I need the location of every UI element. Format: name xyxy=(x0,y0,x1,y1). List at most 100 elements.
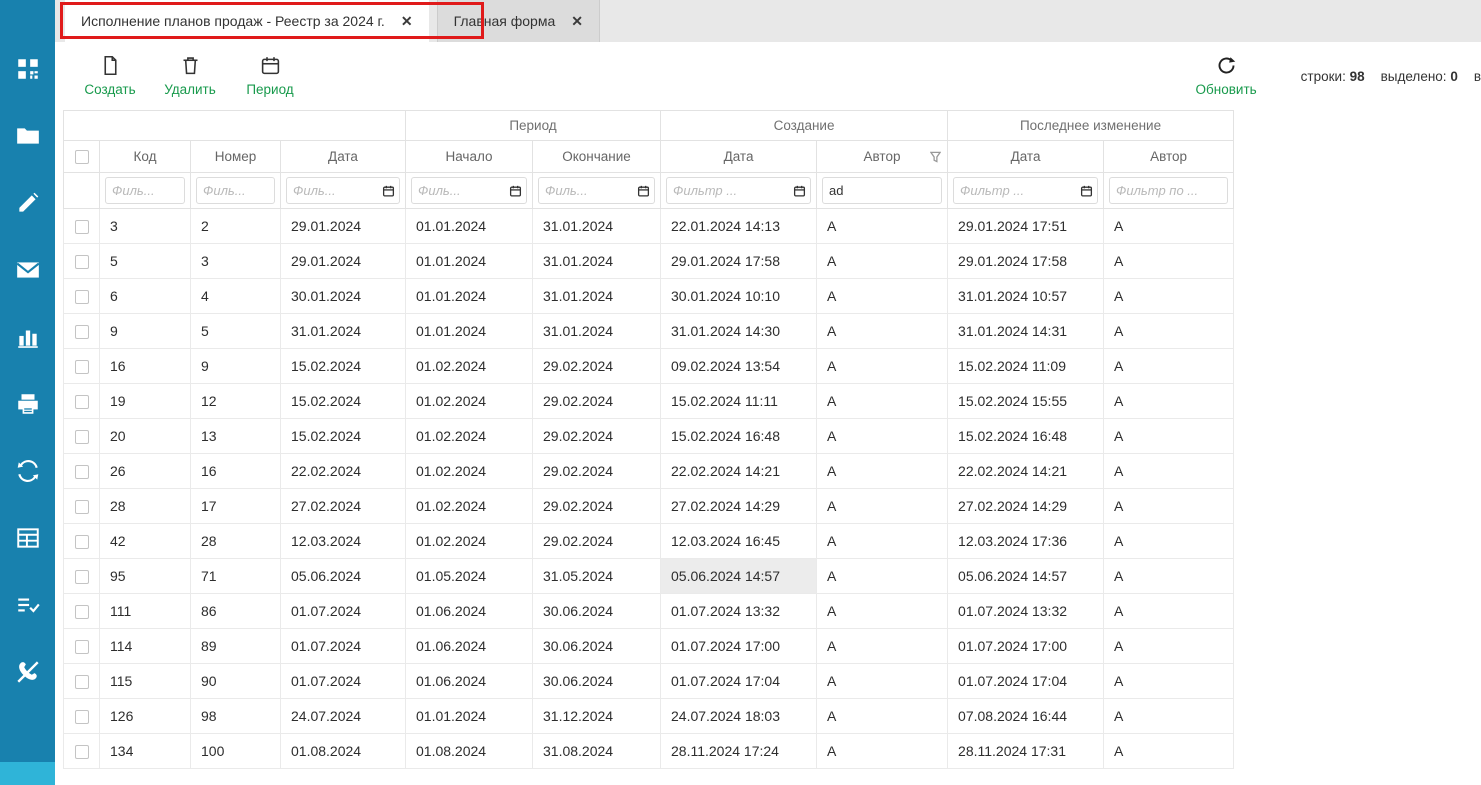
cell[interactable]: 22.02.2024 14:21 xyxy=(948,454,1104,489)
row-checkbox[interactable] xyxy=(75,675,89,689)
cell[interactable]: 31.01.2024 xyxy=(533,209,661,244)
creation-author-filter-input[interactable] xyxy=(822,177,942,204)
cell[interactable]: 28.11.2024 17:31 xyxy=(948,734,1104,769)
cell[interactable]: 29.01.2024 xyxy=(281,244,406,279)
cell[interactable]: 4 xyxy=(191,279,281,314)
cell[interactable]: 31.01.2024 xyxy=(281,314,406,349)
cell[interactable]: 42 xyxy=(100,524,191,559)
cell[interactable]: A xyxy=(1104,349,1234,384)
cell[interactable]: 31.01.2024 14:30 xyxy=(661,314,817,349)
cell[interactable]: 12.03.2024 17:36 xyxy=(948,524,1104,559)
cell[interactable]: 15.02.2024 15:55 xyxy=(948,384,1104,419)
cell[interactable]: 27.02.2024 14:29 xyxy=(661,489,817,524)
cell[interactable]: 01.06.2024 xyxy=(406,629,533,664)
row-checkbox[interactable] xyxy=(75,605,89,619)
table-row[interactable]: 261622.02.202401.02.202429.02.202422.02.… xyxy=(64,454,1234,489)
cell[interactable]: 31.01.2024 10:57 xyxy=(948,279,1104,314)
cell[interactable]: 28.11.2024 17:24 xyxy=(661,734,817,769)
row-checkbox[interactable] xyxy=(75,395,89,409)
cell[interactable]: A xyxy=(1104,594,1234,629)
table-row[interactable]: 422812.03.202401.02.202429.02.202412.03.… xyxy=(64,524,1234,559)
cell[interactable]: 15.02.2024 16:48 xyxy=(661,419,817,454)
cell[interactable]: 114 xyxy=(100,629,191,664)
cell[interactable]: 3 xyxy=(191,244,281,279)
cell[interactable]: A xyxy=(1104,559,1234,594)
cell[interactable]: 15.02.2024 11:11 xyxy=(661,384,817,419)
cell[interactable]: A xyxy=(817,559,948,594)
cell[interactable]: 01.07.2024 17:00 xyxy=(661,629,817,664)
cell[interactable]: 31.01.2024 xyxy=(533,314,661,349)
cell[interactable]: 05.06.2024 14:57 xyxy=(661,559,817,594)
cell[interactable]: 12 xyxy=(191,384,281,419)
cell[interactable]: 15.02.2024 xyxy=(281,419,406,454)
cell[interactable]: 2 xyxy=(191,209,281,244)
cell[interactable]: 22.02.2024 14:21 xyxy=(661,454,817,489)
row-checkbox[interactable] xyxy=(75,290,89,304)
cell[interactable]: 29.02.2024 xyxy=(533,349,661,384)
cell[interactable]: 29.01.2024 17:51 xyxy=(948,209,1104,244)
cell[interactable]: A xyxy=(1104,524,1234,559)
cell[interactable]: A xyxy=(817,244,948,279)
cell[interactable]: 29.02.2024 xyxy=(533,419,661,454)
cell[interactable]: 95 xyxy=(100,559,191,594)
cell[interactable]: 01.08.2024 xyxy=(406,734,533,769)
cell[interactable]: 30.01.2024 xyxy=(281,279,406,314)
row-checkbox[interactable] xyxy=(75,745,89,759)
table-row[interactable]: 16915.02.202401.02.202429.02.202409.02.2… xyxy=(64,349,1234,384)
row-checkbox[interactable] xyxy=(75,640,89,654)
cell[interactable]: 28 xyxy=(191,524,281,559)
cell[interactable]: 29.01.2024 17:58 xyxy=(948,244,1104,279)
row-checkbox[interactable] xyxy=(75,360,89,374)
refresh-button[interactable]: Обновить xyxy=(1196,55,1257,97)
create-button[interactable]: Создать xyxy=(81,55,139,97)
number-filter-input[interactable] xyxy=(196,177,275,204)
cell[interactable]: 01.01.2024 xyxy=(406,279,533,314)
cell[interactable]: 126 xyxy=(100,699,191,734)
cell[interactable]: 31.05.2024 xyxy=(533,559,661,594)
cell[interactable]: 9 xyxy=(191,349,281,384)
cell[interactable]: 134 xyxy=(100,734,191,769)
col-header-change-author[interactable]: Автор xyxy=(1104,141,1234,173)
row-checkbox[interactable] xyxy=(75,570,89,584)
col-header-number[interactable]: Номер xyxy=(191,141,281,173)
cell[interactable]: 29.02.2024 xyxy=(533,454,661,489)
table-row[interactable]: 191215.02.202401.02.202429.02.202415.02.… xyxy=(64,384,1234,419)
cell[interactable]: A xyxy=(1104,699,1234,734)
cell[interactable]: A xyxy=(1104,629,1234,664)
row-checkbox[interactable] xyxy=(75,465,89,479)
row-checkbox[interactable] xyxy=(75,430,89,444)
cell[interactable]: A xyxy=(817,734,948,769)
cell[interactable]: 6 xyxy=(100,279,191,314)
cell[interactable]: 07.08.2024 16:44 xyxy=(948,699,1104,734)
cell[interactable]: A xyxy=(817,664,948,699)
cell[interactable]: 01.01.2024 xyxy=(406,699,533,734)
cell[interactable]: 01.07.2024 13:32 xyxy=(948,594,1104,629)
row-checkbox[interactable] xyxy=(75,255,89,269)
cell[interactable]: 31.12.2024 xyxy=(533,699,661,734)
cell[interactable]: 100 xyxy=(191,734,281,769)
tab-main-form[interactable]: Главная форма ✕ xyxy=(437,0,600,42)
cell[interactable]: 29.01.2024 xyxy=(281,209,406,244)
cell[interactable]: 05.06.2024 14:57 xyxy=(948,559,1104,594)
cell[interactable]: 20 xyxy=(100,419,191,454)
cell[interactable]: 17 xyxy=(191,489,281,524)
cell[interactable]: A xyxy=(817,209,948,244)
printer-icon[interactable] xyxy=(15,391,41,417)
cell[interactable]: 01.06.2024 xyxy=(406,664,533,699)
row-checkbox[interactable] xyxy=(75,325,89,339)
qr-code-icon[interactable] xyxy=(15,56,41,82)
cell[interactable]: 09.02.2024 13:54 xyxy=(661,349,817,384)
cell[interactable]: A xyxy=(1104,314,1234,349)
cell[interactable]: A xyxy=(817,594,948,629)
cell[interactable]: 86 xyxy=(191,594,281,629)
cell[interactable]: 29.02.2024 xyxy=(533,489,661,524)
cell[interactable]: 01.07.2024 17:04 xyxy=(661,664,817,699)
change-author-filter-input[interactable] xyxy=(1109,177,1228,204)
cell[interactable]: 5 xyxy=(191,314,281,349)
cell[interactable]: A xyxy=(817,349,948,384)
cell[interactable]: 01.07.2024 xyxy=(281,594,406,629)
cell[interactable]: 12.03.2024 xyxy=(281,524,406,559)
cell[interactable]: 13 xyxy=(191,419,281,454)
cell[interactable]: 15.02.2024 11:09 xyxy=(948,349,1104,384)
cell[interactable]: 24.07.2024 18:03 xyxy=(661,699,817,734)
